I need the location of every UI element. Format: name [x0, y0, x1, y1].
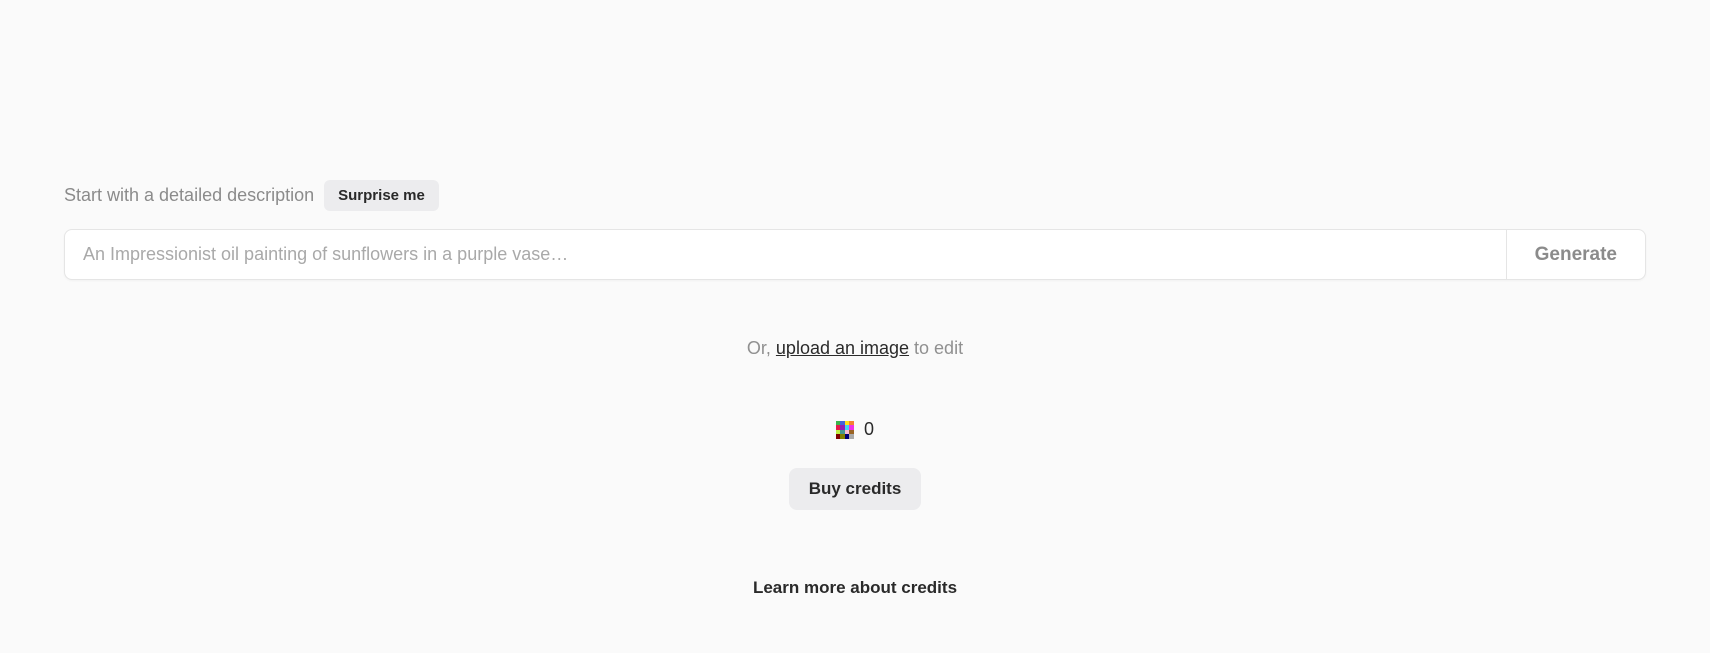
main-container: Start with a detailed description Surpri…	[0, 0, 1710, 598]
description-label: Start with a detailed description	[64, 185, 314, 206]
learn-more-row: Learn more about credits	[64, 578, 1646, 598]
buy-credits-button[interactable]: Buy credits	[789, 468, 922, 510]
credits-count: 0	[864, 419, 874, 440]
surprise-me-button[interactable]: Surprise me	[324, 180, 439, 211]
upload-suffix: to edit	[909, 338, 963, 358]
generate-button[interactable]: Generate	[1506, 230, 1645, 279]
prompt-input[interactable]	[65, 230, 1506, 279]
upload-prefix: Or,	[747, 338, 776, 358]
header-row: Start with a detailed description Surpri…	[64, 180, 1646, 211]
learn-more-credits-link[interactable]: Learn more about credits	[753, 578, 957, 598]
upload-row: Or, upload an image to edit	[64, 338, 1646, 359]
upload-image-link[interactable]: upload an image	[776, 338, 909, 358]
credits-row: 0	[64, 419, 1646, 440]
credits-icon	[836, 421, 854, 439]
prompt-input-row: Generate	[64, 229, 1646, 280]
buy-credits-row: Buy credits	[64, 468, 1646, 510]
